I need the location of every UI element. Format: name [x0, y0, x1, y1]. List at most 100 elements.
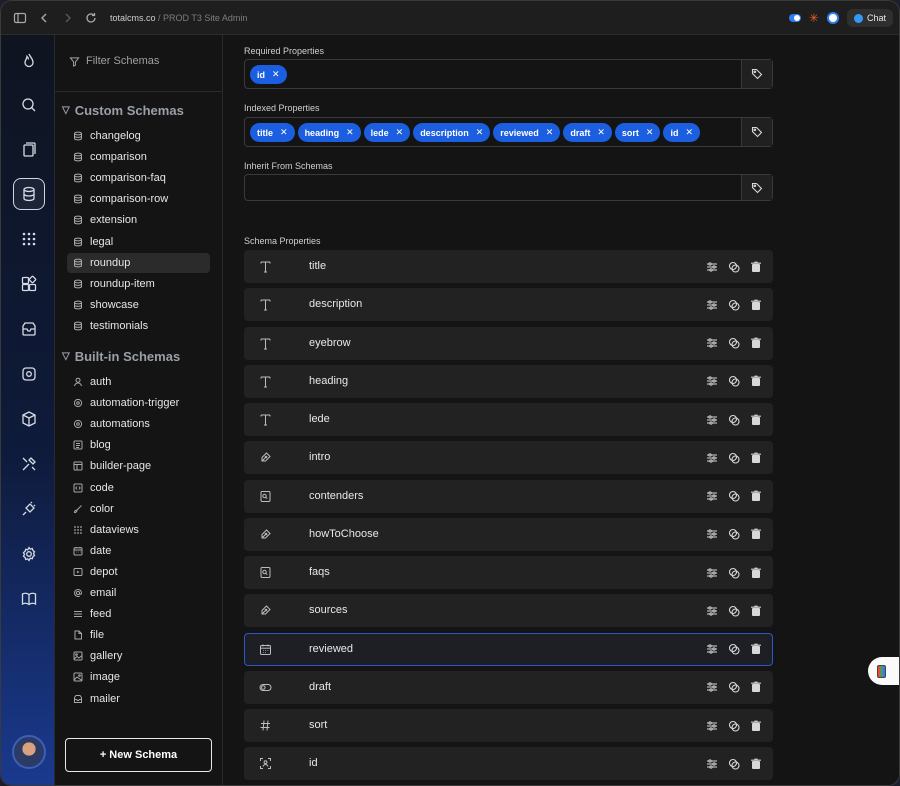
trash-icon[interactable]	[749, 719, 762, 732]
remove-tag-icon[interactable]: ✕	[597, 127, 605, 138]
duplicate-icon[interactable]	[727, 757, 740, 770]
schema-item-date[interactable]: date	[67, 541, 210, 561]
property-tag[interactable]: id ✕	[250, 65, 287, 84]
tag-picker-button[interactable]	[741, 175, 772, 200]
property-row-intro[interactable]: intro	[244, 441, 773, 475]
schema-item-dataviews[interactable]: dataviews	[67, 520, 210, 540]
property-row-faqs[interactable]: faqs	[244, 556, 773, 589]
property-settings-icon[interactable]	[705, 451, 718, 464]
trash-icon[interactable]	[749, 604, 762, 617]
indexed-properties-field[interactable]: title ✕ heading ✕ lede ✕ description ✕ reviewed ✕…	[244, 117, 773, 147]
tools-icon[interactable]	[13, 448, 45, 480]
schema-item-extension[interactable]: extension	[67, 210, 210, 230]
remove-tag-icon[interactable]: ✕	[272, 69, 280, 80]
inherit-schemas-field[interactable]	[244, 174, 773, 201]
property-row-sources[interactable]: sources	[244, 594, 773, 628]
trash-icon[interactable]	[749, 566, 762, 579]
property-settings-icon[interactable]	[705, 719, 718, 732]
property-row-howToChoose[interactable]: howToChoose	[244, 517, 773, 551]
widgets-icon[interactable]	[13, 268, 45, 300]
trash-icon[interactable]	[749, 757, 762, 770]
remove-tag-icon[interactable]: ✕	[476, 127, 484, 138]
trash-icon[interactable]	[749, 298, 762, 311]
back-icon[interactable]	[37, 11, 51, 25]
schema-item-code[interactable]: code	[67, 478, 210, 498]
duplicate-icon[interactable]	[727, 451, 740, 464]
required-properties-field[interactable]: id ✕	[244, 59, 773, 89]
remove-tag-icon[interactable]: ✕	[546, 127, 554, 138]
schema-item-gallery[interactable]: gallery	[67, 646, 210, 666]
schema-item-legal[interactable]: legal	[67, 232, 210, 252]
new-schema-button[interactable]: + New Schema	[65, 738, 212, 772]
flame-icon[interactable]	[13, 45, 45, 77]
trash-icon[interactable]	[749, 375, 762, 388]
schema-item-mailer[interactable]: mailer	[67, 689, 210, 709]
property-settings-icon[interactable]	[705, 337, 718, 350]
schema-item-email[interactable]: email	[67, 583, 210, 603]
property-tag[interactable]: description ✕	[413, 123, 491, 142]
trash-icon[interactable]	[749, 260, 762, 273]
settings-icon[interactable]	[13, 538, 45, 570]
schema-item-comparison-faq[interactable]: comparison-faq	[67, 168, 210, 188]
duplicate-icon[interactable]	[727, 528, 740, 541]
schema-item-roundup[interactable]: roundup	[67, 252, 210, 273]
property-row-contenders[interactable]: contenders	[244, 479, 773, 513]
duplicate-icon[interactable]	[727, 566, 740, 579]
plug-icon[interactable]	[13, 493, 45, 525]
schema-item-changelog[interactable]: changelog	[67, 126, 210, 146]
schema-item-automation-trigger[interactable]: automation-trigger	[67, 393, 210, 413]
tag-picker-button[interactable]	[741, 118, 772, 146]
property-row-sort[interactable]: sort	[244, 709, 773, 742]
property-settings-icon[interactable]	[705, 643, 718, 656]
user-avatar[interactable]	[12, 735, 46, 769]
duplicate-icon[interactable]	[727, 643, 740, 656]
forward-icon[interactable]	[61, 11, 75, 25]
property-row-title[interactable]: title	[244, 250, 773, 283]
remove-tag-icon[interactable]: ✕	[280, 127, 288, 138]
property-tag[interactable]: heading ✕	[297, 123, 361, 142]
schema-item-blog[interactable]: blog	[67, 435, 210, 455]
toggle-extension-icon[interactable]	[788, 14, 801, 22]
duplicate-icon[interactable]	[727, 337, 740, 350]
property-row-reviewed[interactable]: reviewed	[244, 632, 773, 666]
property-settings-icon[interactable]	[705, 413, 718, 426]
property-row-heading[interactable]: heading	[244, 364, 773, 398]
property-settings-icon[interactable]	[705, 375, 718, 388]
sidebar-toggle-icon[interactable]	[13, 11, 27, 25]
property-settings-icon[interactable]	[705, 681, 718, 694]
property-tag[interactable]: lede ✕	[363, 123, 411, 142]
filter-schemas-input[interactable]: Filter Schemas	[69, 55, 159, 67]
duplicate-icon[interactable]	[727, 681, 740, 694]
property-row-eyebrow[interactable]: eyebrow	[244, 326, 773, 360]
property-settings-icon[interactable]	[705, 490, 718, 503]
duplicate-icon[interactable]	[727, 298, 740, 311]
trash-icon[interactable]	[749, 337, 762, 350]
trash-icon[interactable]	[749, 528, 762, 541]
property-settings-icon[interactable]	[705, 260, 718, 273]
remove-tag-icon[interactable]: ✕	[646, 127, 654, 138]
property-row-description[interactable]: description	[244, 288, 773, 322]
search-icon[interactable]	[13, 89, 45, 121]
schema-item-showcase[interactable]: showcase	[67, 295, 210, 315]
duplicate-icon[interactable]	[727, 604, 740, 617]
password-extension-icon[interactable]	[826, 12, 839, 24]
duplicate-icon[interactable]	[727, 490, 740, 503]
schema-item-testimonials[interactable]: testimonials	[67, 316, 210, 336]
property-settings-icon[interactable]	[705, 298, 718, 311]
pages-icon[interactable]	[13, 133, 45, 165]
trash-icon[interactable]	[749, 643, 762, 656]
property-settings-icon[interactable]	[705, 566, 718, 579]
schema-item-depot[interactable]: depot	[67, 562, 210, 582]
schema-item-comparison[interactable]: comparison	[67, 147, 210, 167]
schema-item-auth[interactable]: auth	[67, 372, 210, 392]
property-settings-icon[interactable]	[705, 604, 718, 617]
schema-item-color[interactable]: color	[67, 499, 210, 519]
address-bar[interactable]: totalcms.co / PROD T3 Site Admin	[110, 13, 247, 23]
custom-schemas-header[interactable]: ▽ Custom Schemas	[62, 103, 184, 118]
property-row-lede[interactable]: lede	[244, 403, 773, 436]
schema-item-builder-page[interactable]: builder-page	[67, 456, 210, 476]
duplicate-icon[interactable]	[727, 719, 740, 732]
property-settings-icon[interactable]	[705, 528, 718, 541]
property-row-draft[interactable]: draft	[244, 670, 773, 704]
inbox-icon[interactable]	[13, 313, 45, 345]
